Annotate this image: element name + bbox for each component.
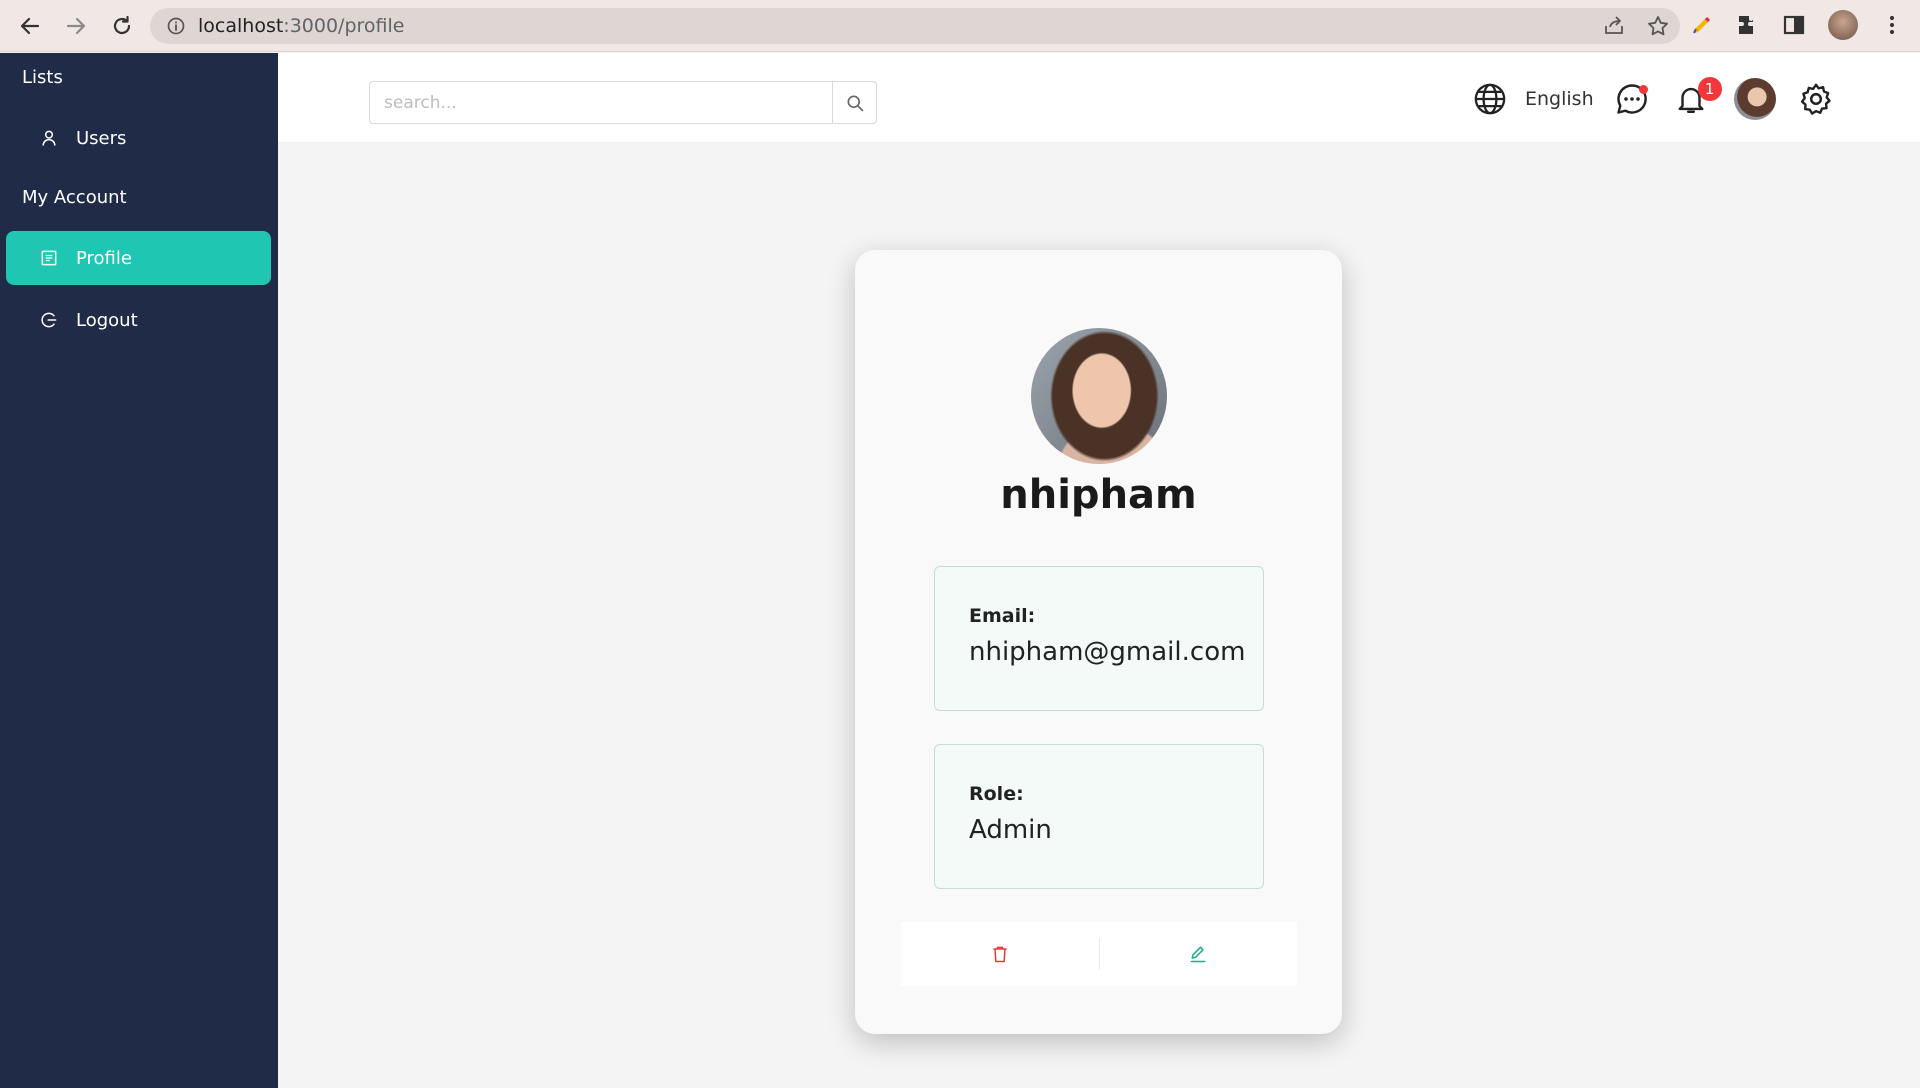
gear-icon — [1800, 83, 1831, 115]
star-icon[interactable] — [1646, 14, 1670, 38]
role-label: Role: — [969, 783, 1024, 805]
sidebar-item-logout[interactable]: Logout — [6, 293, 271, 347]
notifications-button[interactable]: 1 — [1674, 77, 1722, 116]
settings-button[interactable] — [1798, 81, 1834, 117]
browser-toolbar: localhost:3000/profile — [0, 0, 1920, 52]
sidebar: Lists Users My Account Profile Logout — [0, 53, 278, 1088]
back-arrow-icon — [20, 17, 40, 34]
messages-button[interactable] — [1614, 81, 1650, 117]
puzzle-icon[interactable] — [1736, 13, 1760, 37]
role-box: Role: Admin — [934, 744, 1264, 889]
back-button[interactable] — [10, 6, 50, 46]
user-avatar — [1733, 78, 1776, 120]
forward-button[interactable] — [56, 6, 96, 46]
search-icon — [847, 95, 863, 111]
edit-pencil-icon — [1190, 946, 1206, 963]
sidebar-item-label: Users — [76, 127, 127, 149]
sidebar-item-profile[interactable]: Profile — [6, 231, 271, 285]
sidebar-item-label: Profile — [76, 247, 132, 269]
edit-button[interactable] — [1100, 922, 1298, 986]
unread-dot — [1638, 85, 1648, 94]
user-menu[interactable] — [1733, 78, 1776, 120]
profile-username: nhipham — [1000, 472, 1197, 518]
extensions-area — [1690, 10, 1904, 40]
search-button[interactable] — [832, 82, 876, 123]
profile-icon — [38, 247, 60, 269]
reload-button[interactable] — [102, 6, 142, 46]
profile-actions — [901, 922, 1297, 986]
profile-card: nhipham Email: nhipham@gmail.com Role: A… — [855, 250, 1342, 1034]
share-icon[interactable] — [1602, 14, 1626, 38]
header-actions: English 1 — [1473, 75, 1834, 123]
email-value: nhipham@gmail.com — [969, 637, 1246, 667]
app-header: English 1 — [278, 53, 1920, 142]
language-selector[interactable]: English — [1473, 82, 1614, 116]
reload-icon — [113, 15, 131, 34]
email-label: Email: — [969, 605, 1036, 627]
sidebar-item-label: Logout — [76, 309, 138, 331]
role-value: Admin — [969, 815, 1052, 845]
sidebar-item-users[interactable]: Users — [6, 111, 271, 165]
sidebar-section-lists: Lists — [22, 67, 63, 88]
info-icon[interactable] — [166, 16, 186, 36]
logout-icon — [38, 309, 60, 331]
globe-icon — [1474, 83, 1506, 115]
search-input[interactable] — [370, 82, 832, 123]
notification-badge: 1 — [1697, 77, 1722, 101]
trash-icon — [993, 946, 1007, 963]
address-bar[interactable]: localhost:3000/profile — [150, 8, 1680, 44]
side-panel-icon[interactable] — [1782, 13, 1806, 37]
email-box: Email: nhipham@gmail.com — [934, 566, 1264, 711]
kebab-menu-icon[interactable] — [1880, 13, 1904, 37]
search-box — [369, 81, 877, 124]
delete-button[interactable] — [901, 922, 1099, 986]
user-icon — [38, 127, 60, 149]
sidebar-section-my-account: My Account — [22, 187, 127, 208]
pen-extension-icon[interactable] — [1690, 13, 1714, 37]
forward-arrow-icon — [66, 17, 86, 34]
profile-avatar — [1031, 328, 1167, 464]
chrome-profile-avatar[interactable] — [1828, 10, 1858, 40]
language-label: English — [1525, 88, 1594, 110]
url-text[interactable]: localhost:3000/profile — [198, 15, 404, 37]
